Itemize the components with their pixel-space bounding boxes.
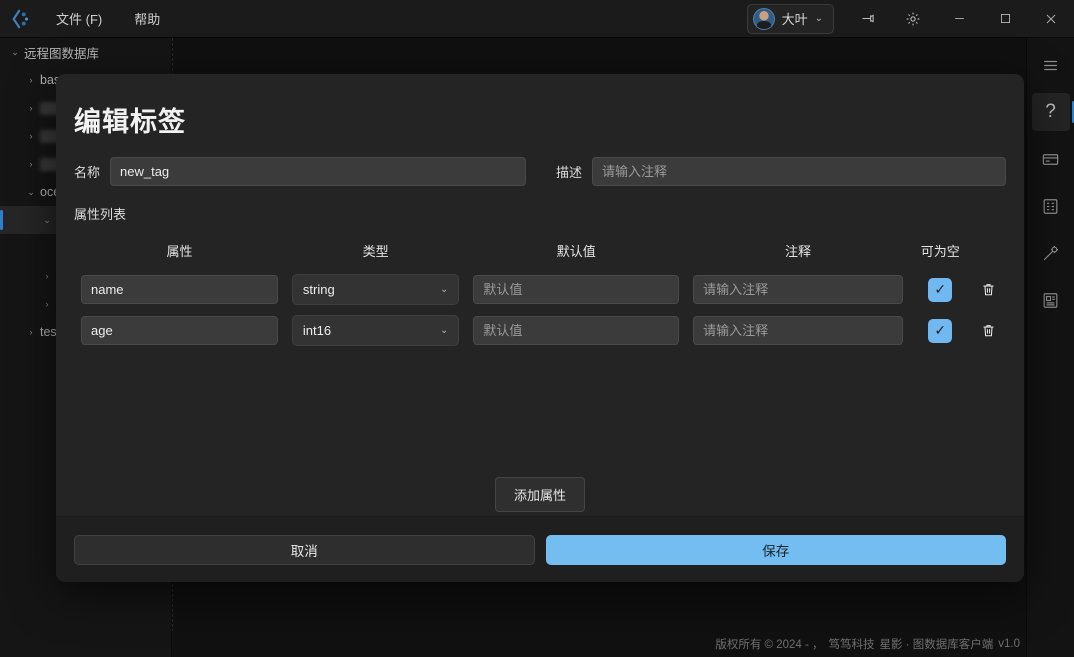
attribute-comment-input[interactable]	[693, 316, 903, 345]
menu-item-help[interactable]: 帮助	[128, 5, 166, 32]
attribute-type-cell: string ⌄	[285, 274, 467, 305]
document-icon[interactable]	[1032, 281, 1070, 319]
column-header-nullable: 可为空	[920, 243, 960, 259]
attribute-actions-cell	[971, 320, 1006, 342]
dialog-body: 编辑标签 名称 描述 属性列表 属性 类型 默认值 注释 可为空 string ⌄…	[56, 74, 1024, 516]
edit-tag-dialog: 编辑标签 名称 描述 属性列表 属性 类型 默认值 注释 可为空 string ⌄…	[56, 74, 1024, 582]
chevron-down-icon[interactable]: ⌄	[22, 187, 40, 198]
column-header-comment: 注释	[785, 243, 812, 259]
pin-icon[interactable]	[844, 0, 890, 38]
save-button[interactable]: 保存	[545, 534, 1006, 565]
app-logo-icon	[0, 0, 42, 38]
attribute-name-input[interactable]	[81, 316, 278, 345]
name-field-label: 名称	[74, 165, 101, 180]
attribute-type-value: int16	[302, 323, 332, 338]
attribute-type-select[interactable]: string ⌄	[291, 274, 460, 305]
dialog-footer: 取消 保存	[56, 516, 1024, 582]
app-window: 文件 (F) 帮助 大叶 ⌄ ⌄ 远程图数据库 › bas › › › ⌄ oc…	[0, 0, 1074, 657]
tree-item-label: 远程图数据库	[24, 46, 100, 61]
column-header-attribute: 属性	[166, 243, 193, 259]
magic-wand-icon[interactable]	[1032, 234, 1070, 272]
attribute-name-cell	[74, 316, 285, 345]
attribute-actions-cell	[971, 279, 1006, 301]
attribute-type-select[interactable]: int16 ⌄	[291, 315, 460, 346]
top-field-row: 名称 描述	[74, 157, 1006, 186]
attribute-default-input[interactable]	[473, 316, 680, 345]
footer-product: 星影 · 图数据库客户端	[879, 639, 994, 651]
chevron-right-icon[interactable]: ›	[22, 131, 40, 141]
description-field-group: 描述	[556, 157, 1006, 186]
chevron-down-icon: ⌄	[440, 325, 449, 336]
title-bar: 文件 (F) 帮助 大叶 ⌄	[0, 0, 1074, 38]
close-button[interactable]	[1028, 0, 1074, 38]
name-input[interactable]	[110, 157, 526, 186]
footer-company: 笃笃科技	[828, 639, 875, 651]
nullable-checkbox[interactable]: ✓	[928, 318, 953, 343]
attribute-type-cell: int16 ⌄	[285, 315, 467, 346]
attribute-comment-cell	[686, 275, 910, 304]
chevron-down-icon: ⌄	[814, 13, 823, 24]
column-header-type: 类型	[362, 243, 389, 259]
attribute-row: string ⌄ ✓	[74, 273, 1006, 306]
attribute-row: int16 ⌄ ✓	[74, 314, 1006, 347]
attribute-list-label: 属性列表	[74, 207, 127, 222]
nullable-checkbox[interactable]: ✓	[928, 277, 953, 302]
trash-icon[interactable]	[977, 320, 999, 342]
attribute-rows: string ⌄ ✓ int16 ⌄ ✓	[74, 273, 1006, 347]
add-attribute-button[interactable]: 添加属性	[494, 477, 585, 512]
chevron-down-icon[interactable]: ⌄	[6, 47, 24, 58]
dialog-title: 编辑标签	[74, 107, 186, 137]
footer-version: v1.0	[998, 638, 1020, 650]
chevron-right-icon[interactable]: ›	[22, 159, 40, 169]
attribute-comment-input[interactable]	[693, 275, 903, 304]
attribute-name-input[interactable]	[81, 275, 278, 304]
cancel-button[interactable]: 取消	[74, 534, 535, 565]
tree-item[interactable]: ⌄ 远程图数据库	[0, 38, 171, 66]
chevron-down-icon: ⌄	[440, 284, 449, 295]
menu-item-file[interactable]: 文件 (F)	[50, 5, 108, 32]
chevron-right-icon[interactable]: ›	[38, 299, 56, 309]
card-icon[interactable]	[1032, 140, 1070, 178]
maximize-button[interactable]	[982, 0, 1028, 38]
menu-bar: 文件 (F) 帮助	[50, 5, 166, 32]
user-name-label: 大叶	[781, 12, 808, 27]
help-icon[interactable]: ?	[1031, 93, 1074, 131]
description-field-label: 描述	[555, 165, 582, 180]
gear-icon[interactable]	[890, 0, 936, 38]
user-account-button[interactable]: 大叶 ⌄	[746, 3, 834, 34]
attribute-default-input[interactable]	[473, 275, 680, 304]
hamburger-menu-icon[interactable]	[1032, 46, 1070, 84]
status-footer: 版权所有 © 2024 - ， 笃笃科技 星影 · 图数据库客户端 v1.0	[172, 631, 1026, 657]
chevron-right-icon[interactable]: ›	[22, 103, 40, 113]
chevron-right-icon[interactable]: ›	[22, 75, 40, 85]
attribute-comment-cell	[686, 316, 910, 345]
tool-rail: ?	[1026, 38, 1074, 657]
chevron-right-icon[interactable]: ›	[38, 271, 56, 281]
attribute-type-value: string	[302, 282, 335, 297]
list-icon[interactable]	[1032, 187, 1070, 225]
attribute-name-cell	[74, 275, 285, 304]
chevron-down-icon[interactable]: ⌄	[38, 215, 56, 226]
column-header-default: 默认值	[556, 243, 596, 259]
attribute-default-cell	[466, 316, 686, 345]
add-attribute-row: 添加属性	[74, 477, 1006, 512]
user-avatar	[752, 7, 775, 30]
attribute-table-header: 属性 类型 默认值 注释 可为空	[74, 237, 1006, 263]
minimize-button[interactable]	[936, 0, 982, 38]
attribute-nullable-cell: ✓	[910, 277, 971, 302]
attribute-default-cell	[466, 275, 686, 304]
trash-icon[interactable]	[977, 279, 999, 301]
attribute-nullable-cell: ✓	[910, 318, 971, 343]
description-input[interactable]	[592, 157, 1006, 186]
chevron-right-icon[interactable]: ›	[22, 327, 40, 337]
footer-copyright: 版权所有 © 2024 - ，	[715, 639, 824, 651]
